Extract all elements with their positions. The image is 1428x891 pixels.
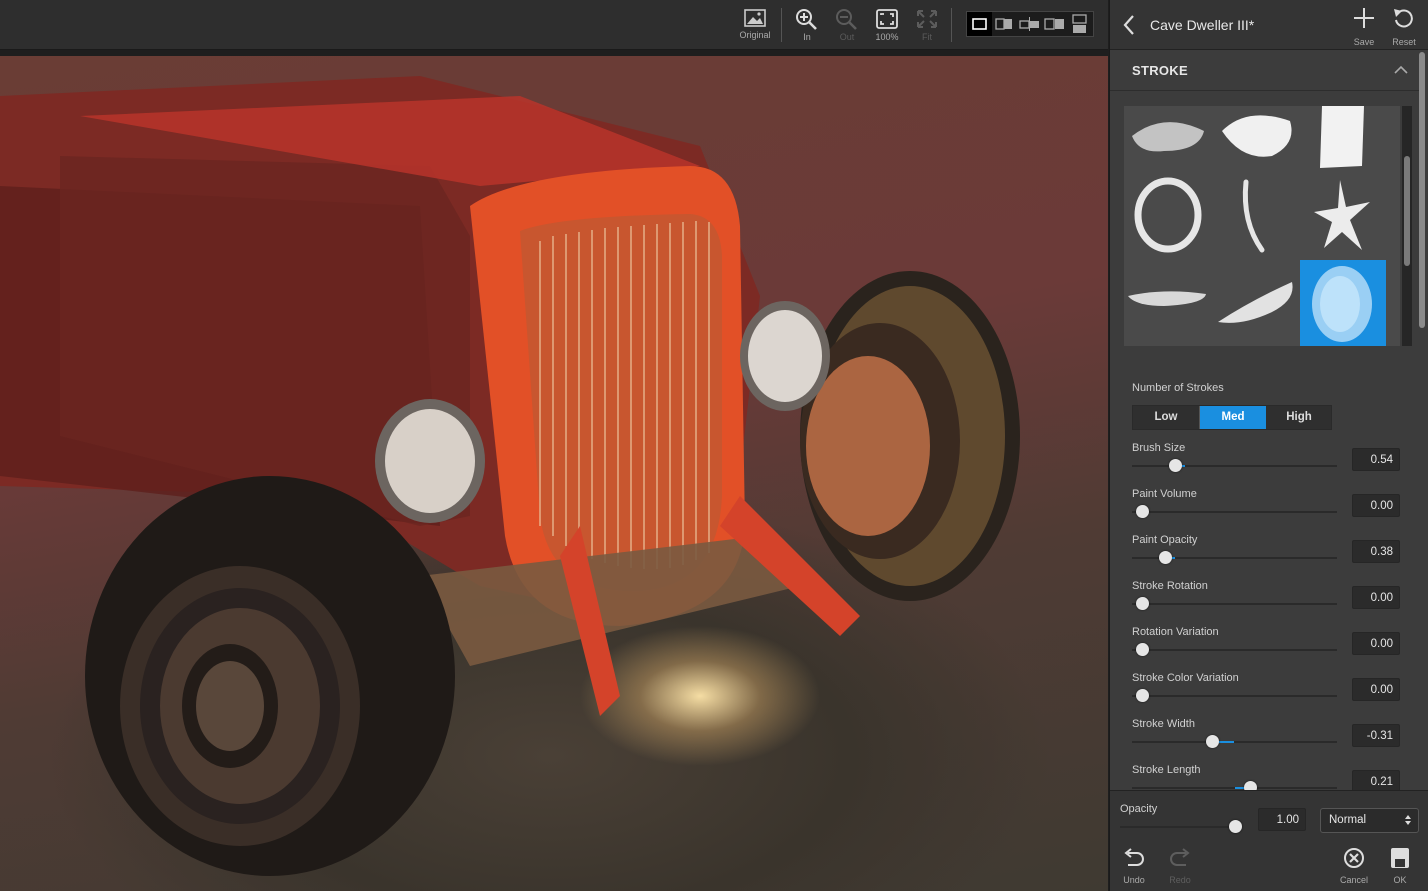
parameter-slider[interactable]: [1132, 643, 1337, 657]
single-view-button[interactable]: [967, 12, 992, 36]
slider-value-field[interactable]: 0.00: [1352, 632, 1400, 655]
split-horizontal-icon: [1072, 14, 1087, 33]
slider-track: [1132, 649, 1337, 651]
split-vertical-view-button[interactable]: [992, 12, 1017, 36]
stroke-sliders: Brush Size 0.54 Paint Volume 0.00 Paint Opac…: [1110, 0, 1415, 790]
single-view-icon: [972, 18, 987, 30]
split-compare-view-button[interactable]: [1042, 12, 1067, 36]
slider-track: [1132, 465, 1337, 467]
cancel-button[interactable]: Cancel: [1336, 847, 1372, 885]
undo-button[interactable]: Undo: [1116, 847, 1152, 885]
slider-value-field[interactable]: 0.38: [1352, 540, 1400, 563]
image-canvas[interactable]: [0, 56, 1108, 891]
image-icon: [744, 9, 766, 27]
original-label: Original: [739, 30, 771, 40]
slider-knob[interactable]: [1159, 551, 1173, 564]
slider-value-field[interactable]: 0.00: [1352, 586, 1400, 609]
slider-track: [1132, 511, 1337, 513]
slider-track: [1132, 695, 1337, 697]
blend-mode-value: Normal: [1329, 814, 1367, 826]
zoom-out-icon: [836, 9, 857, 30]
updown-arrows-icon: [1405, 815, 1411, 825]
save-disk-icon: [1391, 848, 1409, 868]
redo-button[interactable]: Redo: [1162, 847, 1198, 885]
zoom-out-label: Out: [839, 32, 855, 42]
opacity-label: Opacity: [1120, 803, 1158, 815]
split-horizontal-view-button[interactable]: [1067, 12, 1092, 36]
side-by-side-icon: [1019, 17, 1039, 31]
top-toolbar: Original In Out 100% Fit: [0, 0, 1108, 50]
slider-label: Paint Opacity: [1132, 534, 1198, 546]
zoom-in-icon: [796, 9, 817, 30]
slider-value-field[interactable]: -0.31: [1352, 724, 1400, 747]
toolbar-divider: [781, 8, 782, 42]
parameter-slider[interactable]: [1132, 781, 1337, 790]
panel-footer: Opacity 1.00 Normal Undo Redo Cancel OK: [1110, 790, 1428, 891]
slider-value-field[interactable]: 0.00: [1352, 678, 1400, 701]
blend-mode-select[interactable]: Normal: [1320, 808, 1419, 833]
slider-label: Stroke Length: [1132, 764, 1201, 776]
parameter-slider[interactable]: [1132, 689, 1337, 703]
fit-label: Fit: [922, 32, 932, 42]
ok-button[interactable]: OK: [1382, 847, 1418, 885]
slider-track: [1132, 603, 1337, 605]
zoom-in-button[interactable]: In: [787, 6, 827, 46]
toolbar-divider: [951, 8, 952, 42]
ok-label: OK: [1393, 875, 1407, 885]
slider-knob[interactable]: [1169, 459, 1183, 472]
slider-value-field[interactable]: 0.21: [1352, 770, 1400, 790]
opacity-slider[interactable]: [1120, 820, 1242, 834]
slider-knob[interactable]: [1136, 505, 1149, 518]
slider-label: Stroke Rotation: [1132, 580, 1208, 592]
zoom-100-label: 100%: [875, 32, 899, 42]
slider-knob[interactable]: [1136, 597, 1149, 610]
slider-knob[interactable]: [1243, 781, 1257, 790]
slider-label: Paint Volume: [1132, 488, 1197, 500]
parameter-slider[interactable]: [1132, 505, 1337, 519]
actual-size-icon: [876, 9, 898, 29]
slider-knob[interactable]: [1136, 689, 1149, 702]
parameter-slider[interactable]: [1132, 735, 1337, 749]
cancel-icon: [1344, 848, 1364, 868]
slider-label: Brush Size: [1132, 442, 1186, 454]
cancel-label: Cancel: [1339, 875, 1368, 885]
slider-label: Stroke Width: [1132, 718, 1195, 730]
parameter-slider[interactable]: [1132, 459, 1337, 473]
original-button[interactable]: Original: [735, 6, 775, 46]
split-compare-icon: [1044, 18, 1064, 30]
slider-knob[interactable]: [1136, 643, 1149, 656]
painted-car-image: [0, 76, 1020, 876]
parameter-slider[interactable]: [1132, 597, 1337, 611]
slider-value-field[interactable]: 0.54: [1352, 448, 1400, 471]
slider-knob[interactable]: [1229, 820, 1242, 833]
side-by-side-view-button[interactable]: [1017, 12, 1042, 36]
redo-label: Redo: [1169, 875, 1191, 885]
slider-track: [1132, 741, 1337, 743]
panel-scrollbar[interactable]: [1418, 52, 1426, 790]
view-mode-selector: [966, 11, 1094, 37]
zoom-in-label: In: [803, 32, 811, 42]
undo-icon: [1124, 848, 1144, 866]
slider-value-field[interactable]: 0.00: [1352, 494, 1400, 517]
slider-label: Rotation Variation: [1132, 626, 1219, 638]
opacity-value[interactable]: 1.00: [1258, 808, 1306, 831]
parameter-slider[interactable]: [1132, 551, 1337, 565]
app-window: Original In Out 100% Fit Cave Dweller II…: [0, 0, 1428, 891]
redo-icon: [1170, 848, 1190, 866]
split-vertical-icon: [995, 18, 1012, 30]
panel-scrollbar-thumb[interactable]: [1419, 52, 1425, 328]
slider-knob[interactable]: [1206, 735, 1220, 748]
zoom-100-button[interactable]: 100%: [867, 6, 907, 46]
adjustment-panel: Cave Dweller III* Save Reset STROKE Numb…: [1109, 0, 1428, 891]
zoom-out-button[interactable]: Out: [827, 6, 867, 46]
fit-screen-icon: [917, 10, 937, 28]
slider-label: Stroke Color Variation: [1132, 672, 1239, 684]
slider-track: [1120, 826, 1242, 828]
fit-button[interactable]: Fit: [907, 6, 947, 46]
undo-label: Undo: [1123, 875, 1145, 885]
